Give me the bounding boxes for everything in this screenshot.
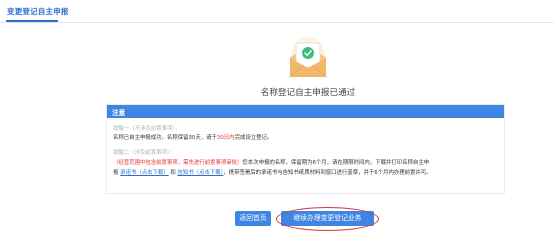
notice-step1-text: 名称已自主申报成功，名称保留30天，请于 — [113, 135, 217, 141]
envelope-check-icon — [282, 34, 334, 84]
highlight-ring — [276, 207, 379, 231]
page-header: 变更登记自主申报 — [0, 0, 554, 23]
title-underline — [6, 20, 58, 22]
notice-step1-label: 提醒一（不涉及前置事项）： — [113, 126, 181, 132]
link-separator: 和 — [170, 170, 176, 176]
notice-title: 注意 — [112, 109, 126, 117]
page-title: 变更登记自主申报 — [7, 7, 69, 16]
notice-step3-pre: 报 — [113, 170, 119, 176]
notice-step2: （经营范围中包含前置事项，需先进行前置事项审批）您本次申报的名称，保留期为6个月… — [113, 158, 429, 166]
notice-step1-highlight: 30日内 — [216, 135, 235, 141]
notice-panel: 注意 提醒一（不涉及前置事项）： 名称已自主申报成功，名称保留30天，请于30日… — [106, 104, 505, 194]
back-home-button[interactable]: 返回首页 — [235, 211, 271, 226]
notice-step2-label: 提醒二（涉及前置事项）： — [113, 150, 175, 156]
commitment-download-link[interactable]: 承诺书（点击下载） — [120, 170, 169, 176]
notice-step2-text: 您本次申报的名称，保留期为6个月，请在期限时间内，下载并打印名称自主申 — [242, 160, 430, 166]
success-message: 名称登记自主申报已通过 — [260, 88, 356, 98]
notice-step3-tail: ，携带签署后的承诺书与告知书纸质材料到窗口进行盖章，并于6个月内办理前置许可。 — [223, 170, 432, 176]
notice-step2-red: （经营范围中包含前置事项，需先进行前置事项审批） — [113, 160, 243, 166]
notice-step3: 报 承诺书（点击下载） 和 告知书（点击下载），携带签署后的承诺书与告知书纸质材… — [113, 168, 432, 176]
notification-download-link[interactable]: 告知书（点击下载） — [178, 170, 224, 176]
notice-header: 注意 — [107, 105, 504, 118]
notice-step1: 名称已自主申报成功，名称保留30天，请于30日内完成设立登记。 — [113, 133, 272, 141]
notice-step1-tail: 完成设立登记。 — [234, 135, 273, 141]
